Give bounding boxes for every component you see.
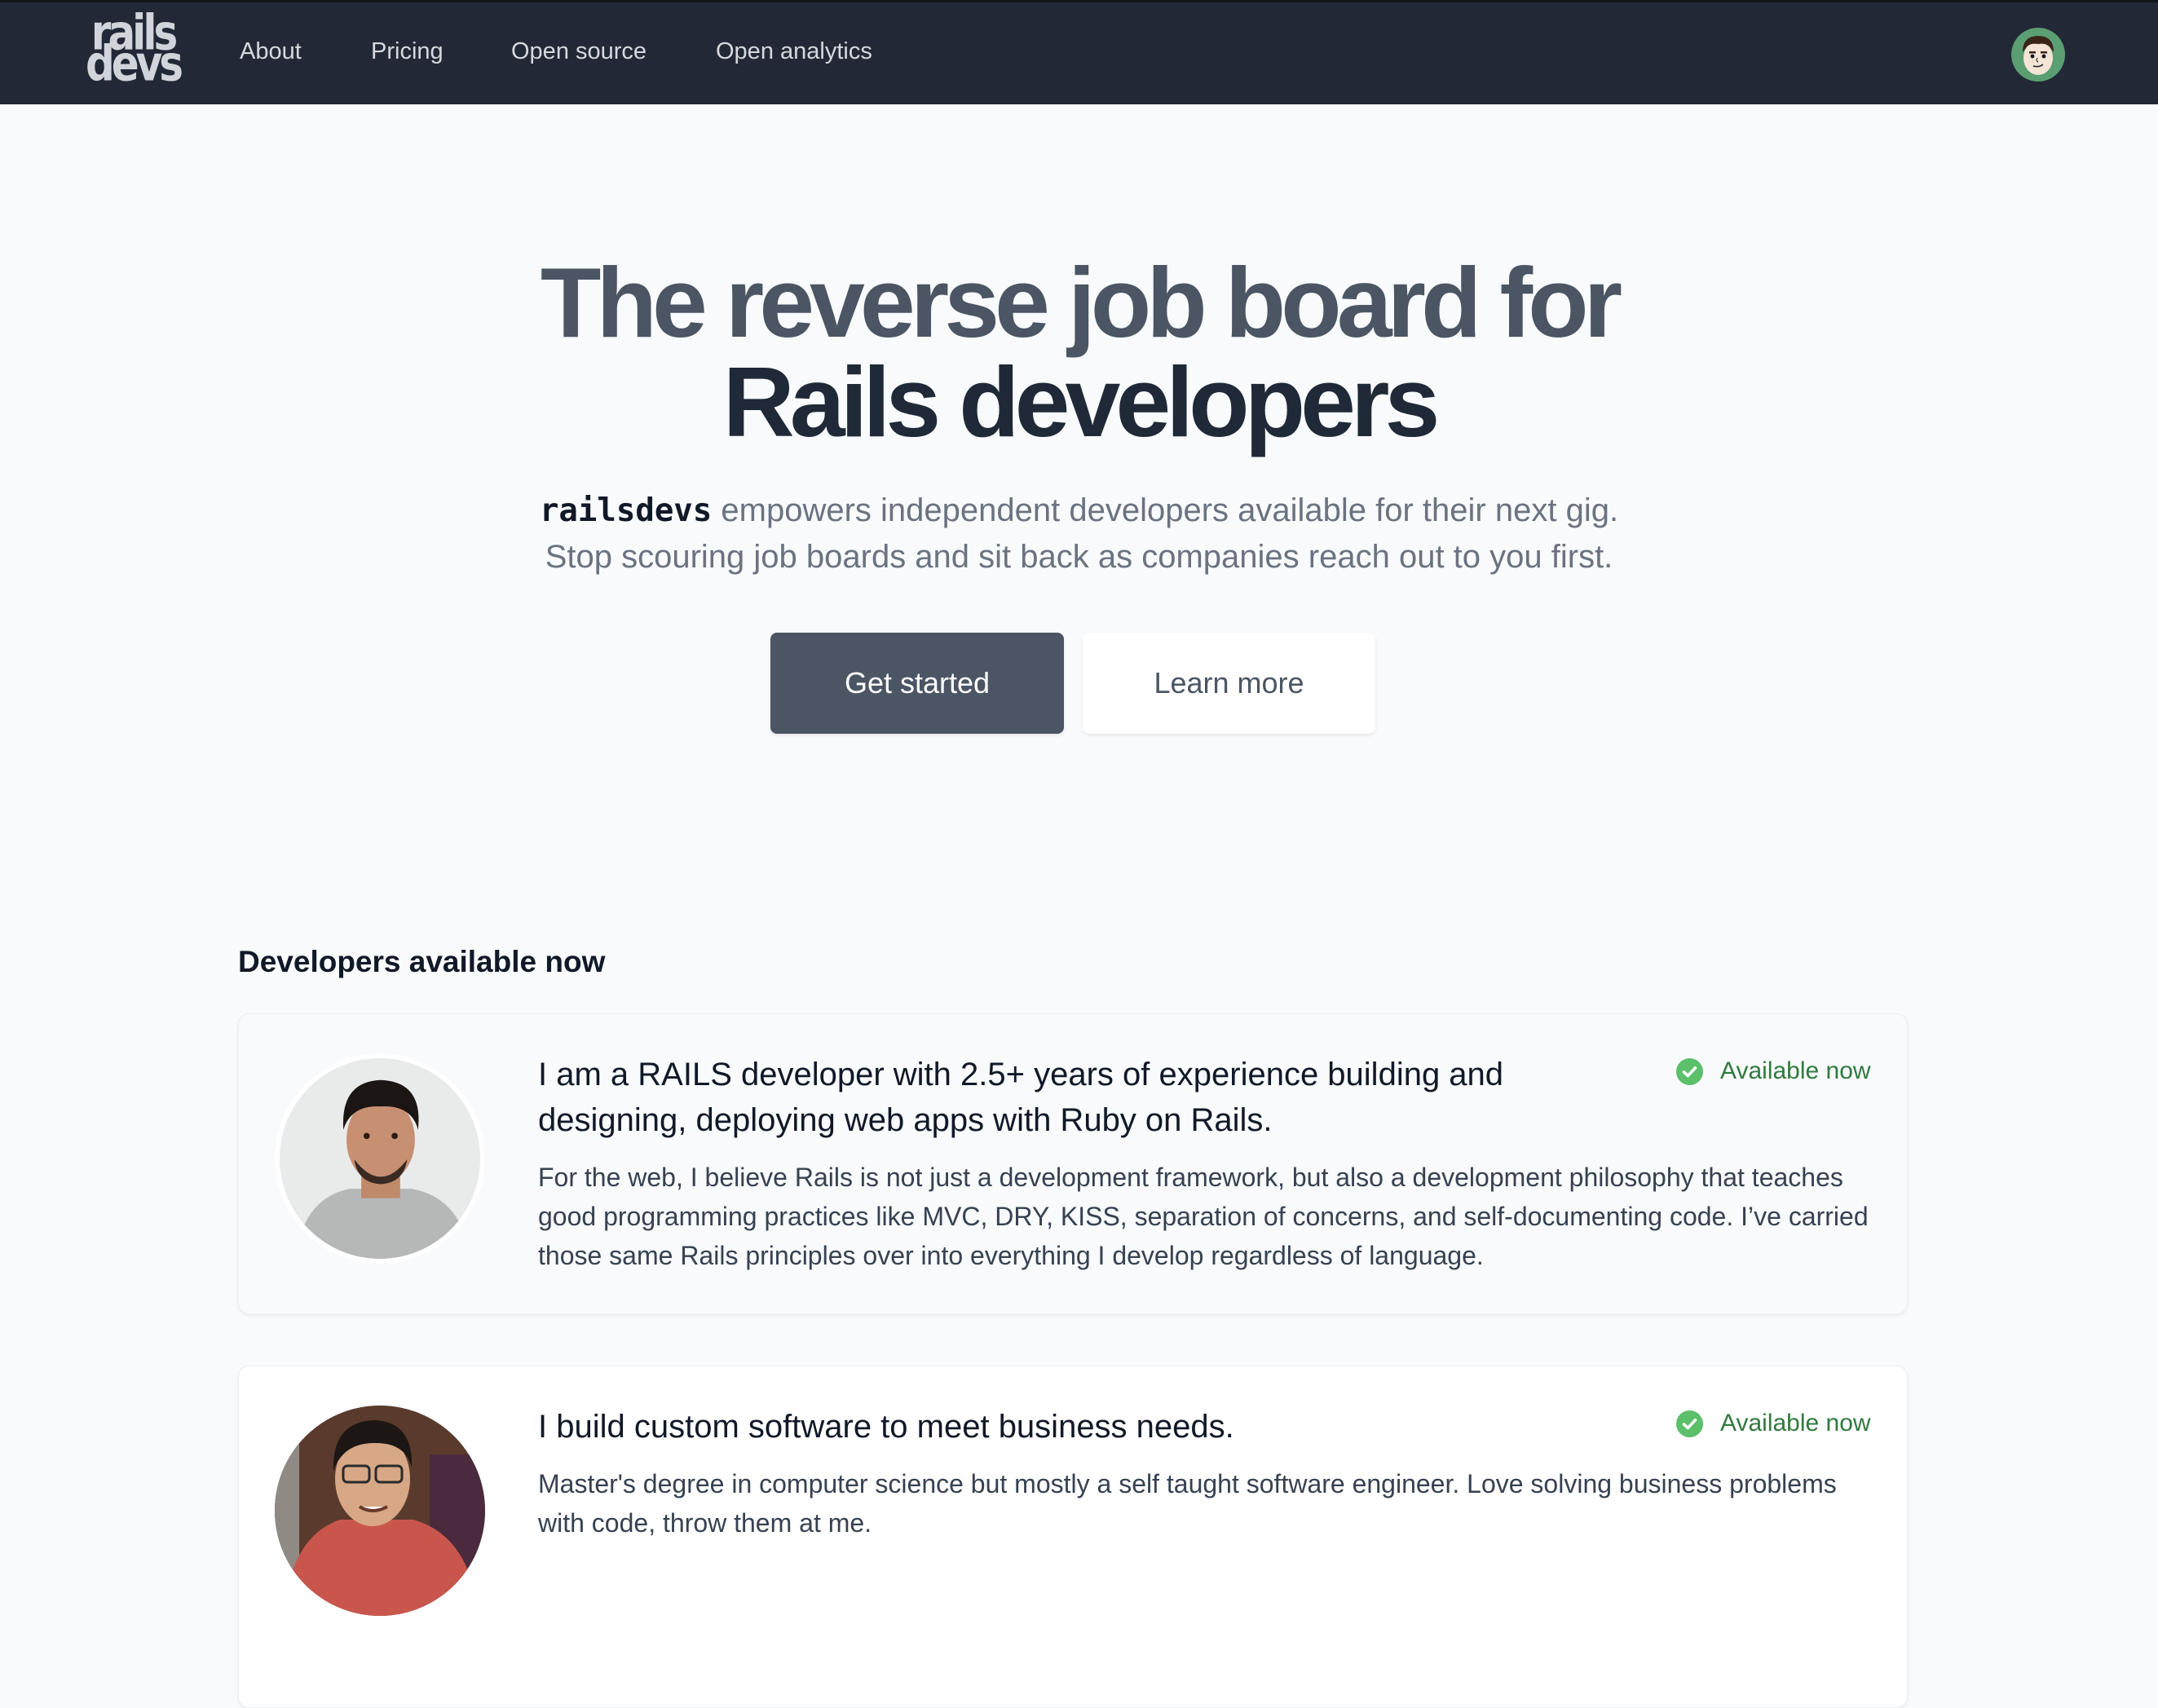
developer-bio: Master's degree in computer science but …: [538, 1469, 1837, 1538]
logo-line-devs: devs: [85, 35, 183, 92]
developers-section-title: Developers available now: [238, 945, 606, 978]
brand-name: railsdevs: [539, 492, 713, 529]
hero-title: The reverse job board for Rails develope…: [0, 253, 2158, 452]
hero-subtitle: railsdevs empowers independent developer…: [0, 488, 2158, 580]
user-avatar-icon[interactable]: [2011, 28, 2065, 82]
get-started-button[interactable]: Get started: [770, 633, 1064, 734]
top-nav: rails devs About Pricing Open source Ope…: [0, 0, 2158, 104]
learn-more-button[interactable]: Learn more: [1083, 633, 1375, 734]
hero-title-line-2: Rails developers: [722, 346, 1441, 457]
developer-headline[interactable]: I build custom software to meet business…: [538, 1404, 1614, 1450]
hero-title-line-1: The reverse job board for: [540, 247, 1622, 358]
hero-subtitle-line-2: Stop scouring job boards and sit back as…: [545, 539, 1613, 575]
developer-avatar: [275, 1406, 485, 1616]
hero-subtitle-line-1: empowers independent developers availabl…: [712, 492, 1619, 528]
check-circle-icon: [1676, 1057, 1703, 1085]
developer-card[interactable]: I build custom software to meet business…: [238, 1366, 1908, 1708]
check-circle-icon: [1676, 1410, 1703, 1437]
nav-link-open-source[interactable]: Open source: [511, 35, 647, 68]
developer-avatar: [275, 1053, 485, 1264]
availability-badge: Available now: [1676, 1407, 1871, 1440]
availability-badge: Available now: [1676, 1055, 1871, 1088]
developer-bio: For the web, I believe Rails is not just…: [538, 1163, 1869, 1270]
nav-link-pricing[interactable]: Pricing: [371, 35, 444, 68]
availability-status: Available now: [1720, 1410, 1871, 1437]
developer-headline[interactable]: I am a RAILS developer with 2.5+ years o…: [538, 1052, 1614, 1143]
availability-status: Available now: [1720, 1057, 1871, 1084]
nav-link-about[interactable]: About: [240, 35, 302, 68]
nav-link-open-analytics[interactable]: Open analytics: [716, 35, 872, 68]
railsdevs-logo[interactable]: rails devs: [83, 8, 183, 92]
developer-card[interactable]: I am a RAILS developer with 2.5+ years o…: [238, 1013, 1908, 1314]
